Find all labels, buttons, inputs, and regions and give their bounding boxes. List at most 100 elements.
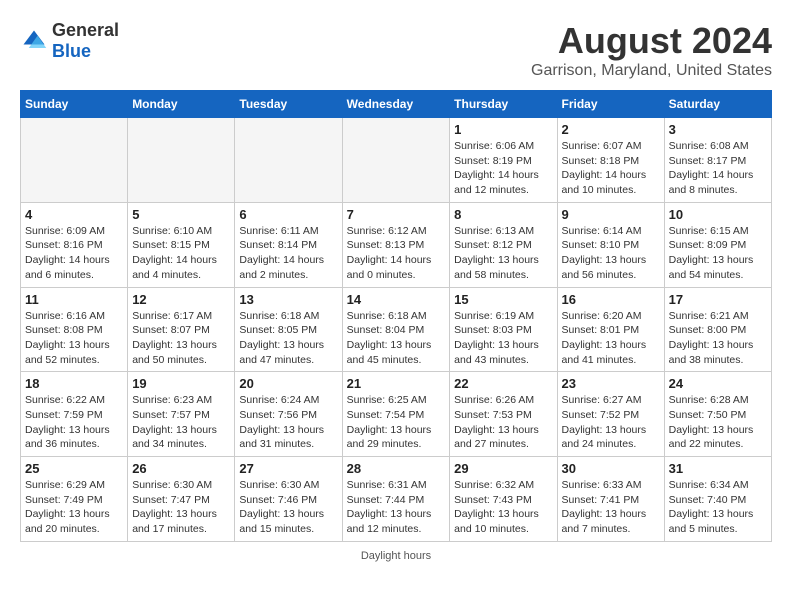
week-row-3: 11 Sunrise: 6:16 AM Sunset: 8:08 PM Dayli… [21, 287, 772, 372]
daylight-hours-label: Daylight hours [361, 550, 431, 562]
day-number: 23 [562, 376, 660, 391]
weekday-header-monday: Monday [128, 91, 235, 118]
day-info: Sunrise: 6:30 AM Sunset: 7:46 PM Dayligh… [239, 478, 337, 537]
calendar-table: SundayMondayTuesdayWednesdayThursdayFrid… [20, 90, 772, 542]
day-number: 1 [454, 122, 552, 137]
day-info: Sunrise: 6:30 AM Sunset: 7:47 PM Dayligh… [132, 478, 230, 537]
day-info: Sunrise: 6:23 AM Sunset: 7:57 PM Dayligh… [132, 393, 230, 452]
day-cell-26: 26 Sunrise: 6:30 AM Sunset: 7:47 PM Dayli… [128, 457, 235, 542]
day-info: Sunrise: 6:18 AM Sunset: 8:05 PM Dayligh… [239, 309, 337, 368]
day-info: Sunrise: 6:06 AM Sunset: 8:19 PM Dayligh… [454, 139, 552, 198]
day-number: 24 [669, 376, 767, 391]
day-cell-31: 31Sunrise: 6:34 AM Sunset: 7:40 PM Dayli… [664, 457, 771, 542]
day-info: Sunrise: 6:16 AM Sunset: 8:08 PM Dayligh… [25, 309, 123, 368]
month-year-title: August 2024 [531, 20, 772, 62]
day-info: Sunrise: 6:22 AM Sunset: 7:59 PM Dayligh… [25, 393, 123, 452]
day-info: Sunrise: 6:14 AM Sunset: 8:10 PM Dayligh… [562, 224, 660, 283]
day-number: 3 [669, 122, 767, 137]
day-info: Sunrise: 6:19 AM Sunset: 8:03 PM Dayligh… [454, 309, 552, 368]
weekday-header-tuesday: Tuesday [235, 91, 342, 118]
day-number: 5 [132, 207, 230, 222]
day-number: 20 [239, 376, 337, 391]
day-number: 17 [669, 292, 767, 307]
day-info: Sunrise: 6:25 AM Sunset: 7:54 PM Dayligh… [347, 393, 446, 452]
weekday-header-saturday: Saturday [664, 91, 771, 118]
day-cell-11: 11 Sunrise: 6:16 AM Sunset: 8:08 PM Dayli… [21, 287, 128, 372]
day-cell-30: 30 Sunrise: 6:33 AM Sunset: 7:41 PM Dayli… [557, 457, 664, 542]
day-cell-9: 9Sunrise: 6:14 AM Sunset: 8:10 PM Daylig… [557, 202, 664, 287]
day-info: Sunrise: 6:11 AM Sunset: 8:14 PM Dayligh… [239, 224, 337, 283]
logo: General Blue [20, 20, 119, 62]
day-cell-empty [21, 118, 128, 203]
day-info: Sunrise: 6:21 AM Sunset: 8:00 PM Dayligh… [669, 309, 767, 368]
day-number: 10 [669, 207, 767, 222]
day-cell-12: 12Sunrise: 6:17 AM Sunset: 8:07 PM Dayli… [128, 287, 235, 372]
day-cell-4: 4Sunrise: 6:09 AM Sunset: 8:16 PM Daylig… [21, 202, 128, 287]
day-info: Sunrise: 6:28 AM Sunset: 7:50 PM Dayligh… [669, 393, 767, 452]
day-info: Sunrise: 6:33 AM Sunset: 7:41 PM Dayligh… [562, 478, 660, 537]
day-cell-empty [128, 118, 235, 203]
day-info: Sunrise: 6:08 AM Sunset: 8:17 PM Dayligh… [669, 139, 767, 198]
weekday-header-thursday: Thursday [450, 91, 557, 118]
day-cell-13: 13 Sunrise: 6:18 AM Sunset: 8:05 PM Dayli… [235, 287, 342, 372]
logo-blue: Blue [52, 41, 91, 61]
day-info: Sunrise: 6:20 AM Sunset: 8:01 PM Dayligh… [562, 309, 660, 368]
day-number: 14 [347, 292, 446, 307]
day-number: 15 [454, 292, 552, 307]
day-number: 6 [239, 207, 337, 222]
day-number: 28 [347, 461, 446, 476]
day-cell-8: 8Sunrise: 6:13 AM Sunset: 8:12 PM Daylig… [450, 202, 557, 287]
day-cell-3: 3 Sunrise: 6:08 AM Sunset: 8:17 PM Daylig… [664, 118, 771, 203]
day-number: 29 [454, 461, 552, 476]
logo-general: General [52, 20, 119, 40]
day-number: 16 [562, 292, 660, 307]
day-cell-1: 1 Sunrise: 6:06 AM Sunset: 8:19 PM Daylig… [450, 118, 557, 203]
day-cell-6: 6 Sunrise: 6:11 AM Sunset: 8:14 PM Daylig… [235, 202, 342, 287]
day-cell-27: 27 Sunrise: 6:30 AM Sunset: 7:46 PM Dayli… [235, 457, 342, 542]
day-cell-18: 18 Sunrise: 6:22 AM Sunset: 7:59 PM Dayli… [21, 372, 128, 457]
day-info: Sunrise: 6:31 AM Sunset: 7:44 PM Dayligh… [347, 478, 446, 537]
day-info: Sunrise: 6:13 AM Sunset: 8:12 PM Dayligh… [454, 224, 552, 283]
logo-text: General Blue [52, 20, 119, 62]
page-header: General Blue August 2024 Garrison, Maryl… [20, 20, 772, 80]
day-cell-21: 21Sunrise: 6:25 AM Sunset: 7:54 PM Dayli… [342, 372, 450, 457]
weekday-header-friday: Friday [557, 91, 664, 118]
day-info: Sunrise: 6:27 AM Sunset: 7:52 PM Dayligh… [562, 393, 660, 452]
day-info: Sunrise: 6:32 AM Sunset: 7:43 PM Dayligh… [454, 478, 552, 537]
day-info: Sunrise: 6:24 AM Sunset: 7:56 PM Dayligh… [239, 393, 337, 452]
day-info: Sunrise: 6:07 AM Sunset: 8:18 PM Dayligh… [562, 139, 660, 198]
day-info: Sunrise: 6:26 AM Sunset: 7:53 PM Dayligh… [454, 393, 552, 452]
day-cell-5: 5Sunrise: 6:10 AM Sunset: 8:15 PM Daylig… [128, 202, 235, 287]
week-row-2: 4Sunrise: 6:09 AM Sunset: 8:16 PM Daylig… [21, 202, 772, 287]
day-number: 4 [25, 207, 123, 222]
week-row-4: 18 Sunrise: 6:22 AM Sunset: 7:59 PM Dayli… [21, 372, 772, 457]
day-number: 12 [132, 292, 230, 307]
day-number: 13 [239, 292, 337, 307]
day-cell-22: 22 Sunrise: 6:26 AM Sunset: 7:53 PM Dayli… [450, 372, 557, 457]
day-cell-25: 25Sunrise: 6:29 AM Sunset: 7:49 PM Dayli… [21, 457, 128, 542]
day-cell-16: 16 Sunrise: 6:20 AM Sunset: 8:01 PM Dayli… [557, 287, 664, 372]
day-info: Sunrise: 6:12 AM Sunset: 8:13 PM Dayligh… [347, 224, 446, 283]
weekday-header-sunday: Sunday [21, 91, 128, 118]
day-number: 22 [454, 376, 552, 391]
week-row-5: 25Sunrise: 6:29 AM Sunset: 7:49 PM Dayli… [21, 457, 772, 542]
day-cell-20: 20 Sunrise: 6:24 AM Sunset: 7:56 PM Dayli… [235, 372, 342, 457]
day-number: 25 [25, 461, 123, 476]
title-block: August 2024 Garrison, Maryland, United S… [531, 20, 772, 80]
day-cell-28: 28 Sunrise: 6:31 AM Sunset: 7:44 PM Dayli… [342, 457, 450, 542]
day-number: 19 [132, 376, 230, 391]
day-number: 30 [562, 461, 660, 476]
day-cell-23: 23 Sunrise: 6:27 AM Sunset: 7:52 PM Dayli… [557, 372, 664, 457]
day-info: Sunrise: 6:34 AM Sunset: 7:40 PM Dayligh… [669, 478, 767, 537]
week-row-1: 1 Sunrise: 6:06 AM Sunset: 8:19 PM Daylig… [21, 118, 772, 203]
day-cell-2: 2Sunrise: 6:07 AM Sunset: 8:18 PM Daylig… [557, 118, 664, 203]
day-number: 7 [347, 207, 446, 222]
day-cell-15: 15 Sunrise: 6:19 AM Sunset: 8:03 PM Dayli… [450, 287, 557, 372]
day-info: Sunrise: 6:15 AM Sunset: 8:09 PM Dayligh… [669, 224, 767, 283]
footer-note: Daylight hours [20, 550, 772, 562]
day-number: 18 [25, 376, 123, 391]
day-number: 26 [132, 461, 230, 476]
weekday-header-wednesday: Wednesday [342, 91, 450, 118]
day-number: 11 [25, 292, 123, 307]
day-number: 27 [239, 461, 337, 476]
